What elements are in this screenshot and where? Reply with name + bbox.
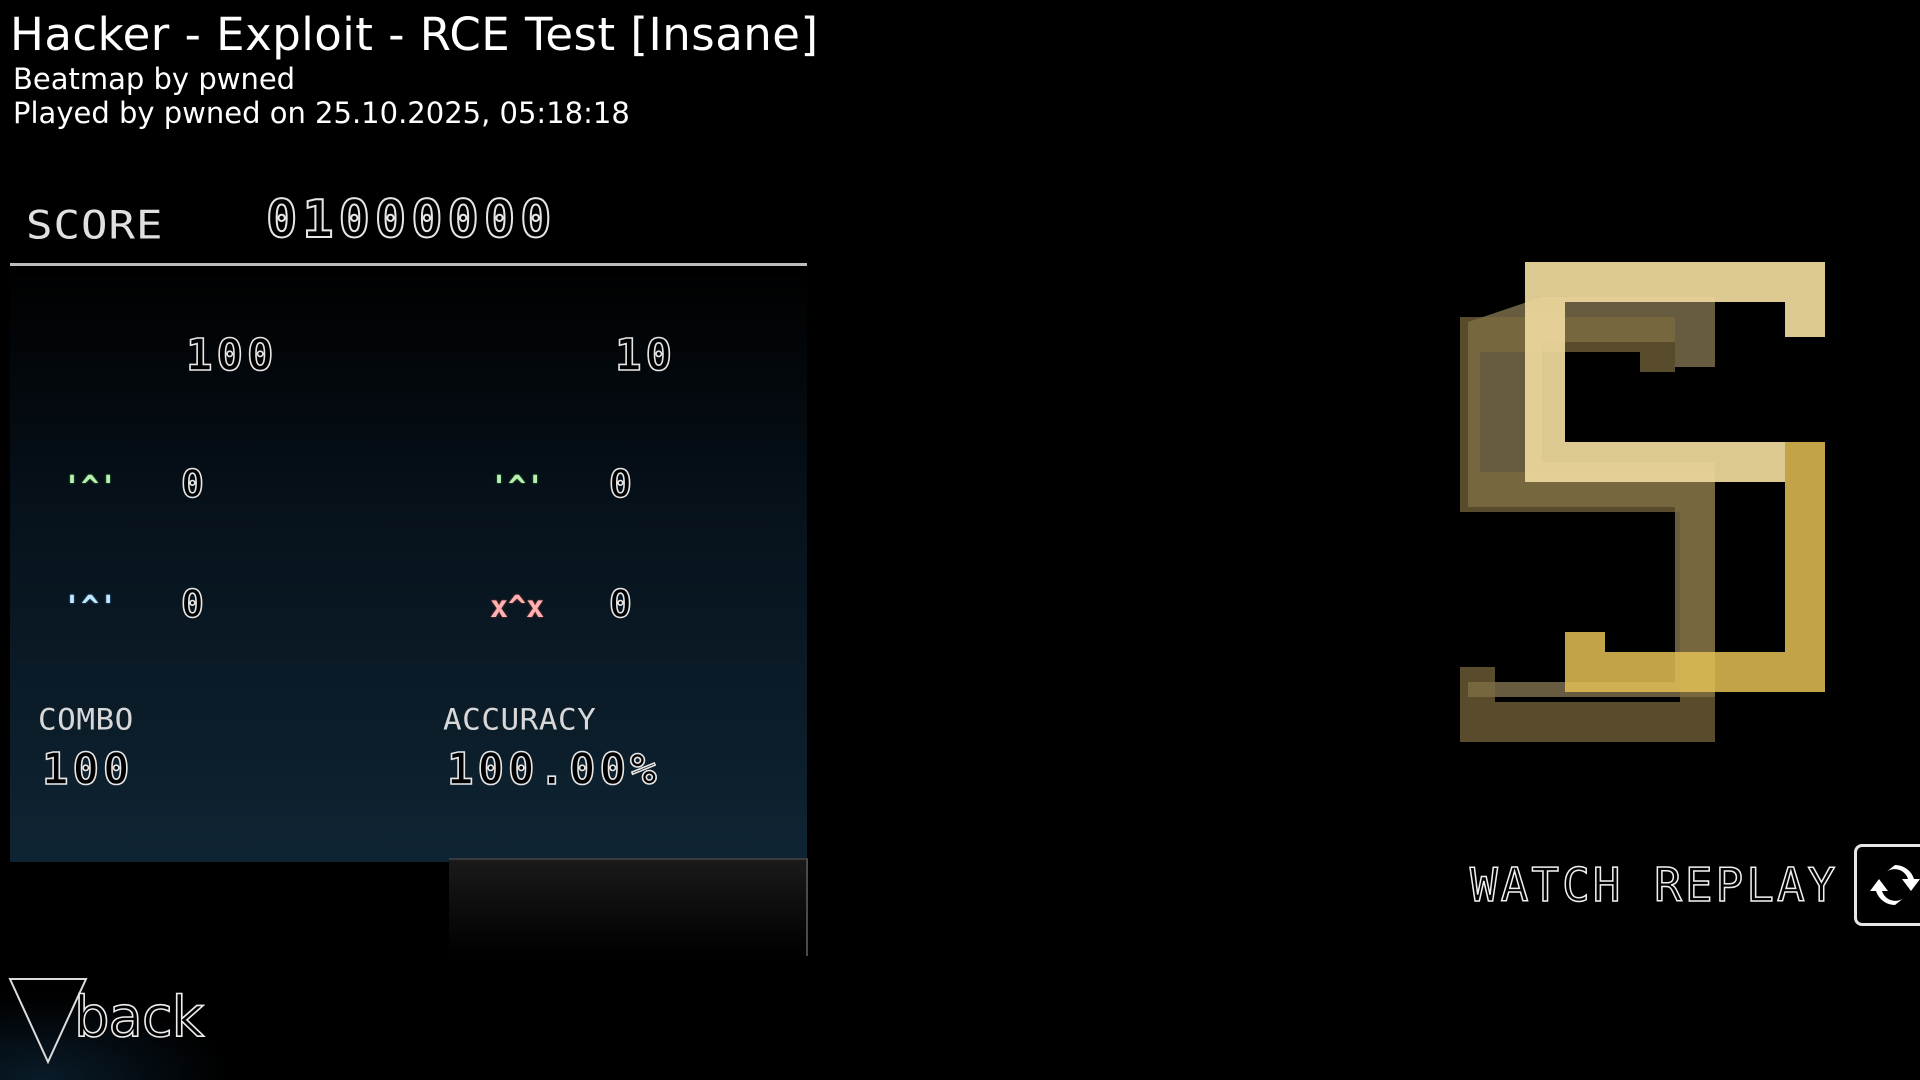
judgement-count-1: 0 xyxy=(180,461,208,507)
beatmap-title: Hacker - Exploit - RCE Test [Insane] xyxy=(10,8,819,61)
hit-total-left: 100 xyxy=(185,329,278,382)
judgement-icon-miss: x^x xyxy=(490,590,545,625)
played-info: Played by pwned on 25.10.2025, 05:18:18 xyxy=(13,96,630,130)
judgement-icon-3: '^' xyxy=(63,590,118,625)
watch-replay-label: WATCH REPLAY xyxy=(1469,857,1839,913)
watch-replay-button[interactable]: WATCH REPLAY xyxy=(1469,842,1920,928)
judgement-icon-1: '^' xyxy=(63,470,118,505)
results-screen: Hacker - Exploit - RCE Test [Insane] Bea… xyxy=(0,0,1920,1080)
accuracy-value: 100.00% xyxy=(446,743,661,796)
hit-total-right: 10 xyxy=(614,329,676,382)
back-button[interactable]: back xyxy=(0,955,240,1080)
judgement-count-3: 0 xyxy=(180,581,208,627)
judgement-icon-2: '^' xyxy=(490,470,545,505)
performance-graph xyxy=(449,858,808,956)
back-label: back xyxy=(73,984,205,1051)
score-value: 01000000 xyxy=(265,189,557,251)
score-label: SCORE xyxy=(26,202,164,249)
beatmap-creator: Beatmap by pwned xyxy=(13,62,296,96)
combo-label: COMBO xyxy=(38,702,134,738)
judgement-count-miss: 0 xyxy=(608,581,636,627)
judgement-count-2: 0 xyxy=(608,461,636,507)
grade-s-icon xyxy=(1460,262,1825,742)
score-divider xyxy=(10,263,807,266)
refresh-icon xyxy=(1854,844,1920,926)
accuracy-label: ACCURACY xyxy=(443,702,597,738)
combo-value: 100 xyxy=(41,743,134,796)
